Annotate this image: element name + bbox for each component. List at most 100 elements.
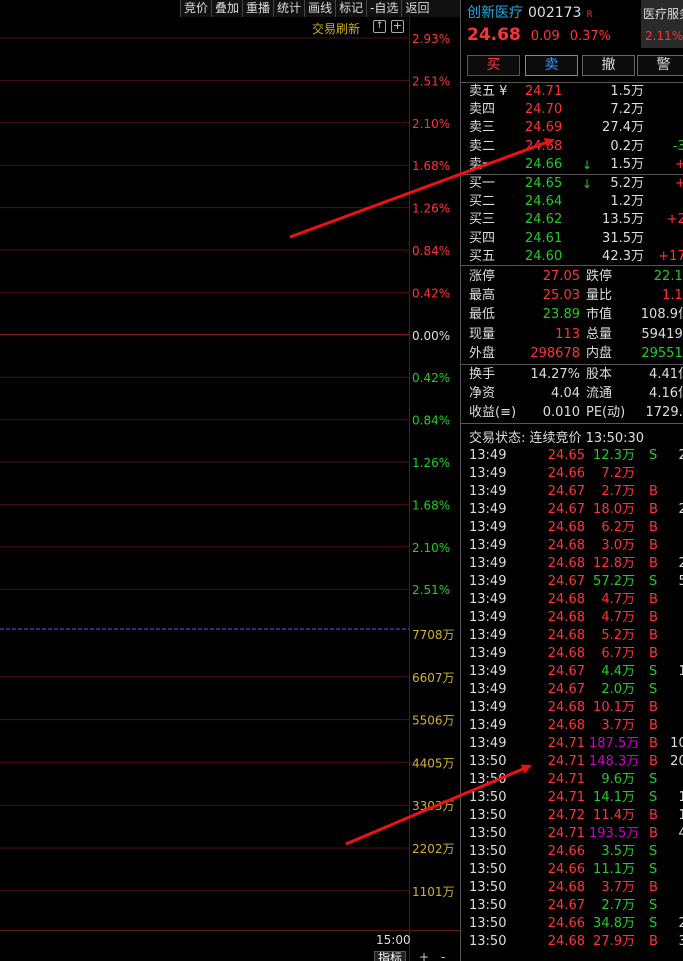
bid-level-4[interactable]: 买四 24.61 31.5万 [469, 230, 683, 248]
bid-level-2[interactable]: 买二 24.64 1.2万 [469, 193, 683, 211]
sector-box[interactable]: 医疗服务 2.11% [641, 0, 683, 48]
tick-price: 24.66 [547, 862, 585, 877]
indicator-tab[interactable]: 指标 [374, 951, 407, 961]
toolbar-draw[interactable]: 画线 [304, 0, 335, 17]
tick-price: 24.67 [547, 664, 585, 679]
tick-row[interactable]: 13:49 24.67 18.0万 B 20 [469, 501, 683, 519]
add-indicator-button[interactable]: + [419, 950, 429, 961]
tick-row[interactable]: 13:50 24.71 148.3万 B 205 [469, 753, 683, 771]
tick-row[interactable]: 13:49 24.67 2.7万 B4 [469, 483, 683, 501]
tick-row[interactable]: 13:49 24.68 6.2万 B7 [469, 519, 683, 537]
tick-count: 3 [665, 681, 683, 699]
last-price: 24.68 [467, 25, 521, 45]
tick-time: 13:50 [469, 880, 507, 895]
toolbar-mark[interactable]: 标记 [335, 0, 366, 17]
tick-row[interactable]: 13:49 24.68 6.7万 B5 [469, 645, 683, 663]
tick-side: S [649, 862, 658, 877]
tick-time: 13:50 [469, 934, 507, 949]
pct-axis-label: 2.51% [412, 583, 450, 597]
tick-row[interactable]: 13:49 24.67 4.4万 S 10 [469, 663, 683, 681]
tick-count: 5 [665, 843, 683, 861]
tick-row[interactable]: 13:50 24.66 3.5万 S5 [469, 843, 683, 861]
tick-row[interactable]: 13:49 24.68 4.7万 B3 [469, 609, 683, 627]
stat-value: 0.010 [542, 405, 580, 421]
tick-row[interactable]: 13:49 24.67 57.2万 S 50 [469, 573, 683, 591]
level-volume: 1.5万 [610, 84, 644, 99]
ask-level-2[interactable]: 卖四 24.70 7.2万 + [469, 101, 683, 119]
tick-row[interactable]: 13:49 24.68 5.2万 B5 [469, 627, 683, 645]
stat-value: 23.89 [542, 307, 580, 323]
tick-row[interactable]: 13:50 24.67 2.7万 S3 [469, 897, 683, 915]
tick-row[interactable]: 13:49 24.68 12.8万 B 26 [469, 555, 683, 573]
stat-label: 最低 [469, 307, 496, 323]
tick-row[interactable]: 13:49 24.67 2.0万 S3 [469, 681, 683, 699]
tick-row[interactable]: 13:50 24.71 14.1万 S 10 [469, 789, 683, 807]
level-label: 卖二 [469, 138, 496, 154]
price-alert-button[interactable]: 警 [637, 55, 683, 76]
tick-row[interactable]: 13:50 24.66 11.1万 S5 [469, 861, 683, 879]
tick-side: B [649, 592, 658, 607]
sell-button[interactable]: 卖 [525, 55, 578, 76]
tick-row[interactable]: 13:50 24.71 193.5万 B 46 [469, 825, 683, 843]
toolbar-replay[interactable]: 重播 [242, 0, 273, 17]
level-volume: 5.2万 [610, 176, 644, 191]
tick-time: 13:50 [469, 790, 507, 805]
refresh-icon[interactable]: ↑ [373, 20, 386, 33]
bid-level-5[interactable]: 买五 24.60 42.3万 +174 [469, 248, 683, 266]
ask-level-1[interactable]: 卖五 ¥ 24.71 1.5万 + [469, 83, 683, 101]
toolbar-remove-watchlist[interactable]: -自选 [366, 0, 401, 17]
tick-row[interactable]: 13:49 24.68 3.0万 B7 [469, 537, 683, 555]
time-axis-end: 15:00 [376, 933, 411, 947]
toolbar-bidding[interactable]: 竞价 [180, 0, 211, 17]
level-volume: 31.5万 [602, 230, 644, 246]
buy-button[interactable]: 买 [467, 55, 520, 76]
tick-row[interactable]: 13:49 24.71 187.5万 B 104 [469, 735, 683, 753]
ask-level-4[interactable]: 卖二 24.68 0.2万 -33 [469, 138, 683, 156]
expand-icon[interactable]: + [391, 20, 404, 33]
tick-side: B [649, 808, 658, 823]
tick-volume: 9.6万 [601, 772, 635, 787]
toolbar-overlay[interactable]: 叠加 [211, 0, 242, 17]
intraday-chart[interactable]: 2.93% 2.51% 2.10% 1.68% 1.26% 0.84% 0.42% 0.00%… [0, 0, 460, 961]
tick-volume: 34.8万 [593, 916, 635, 931]
pct-axis-label: 1.68% [412, 159, 450, 173]
tick-row[interactable]: 13:49 24.66 7.2万 6 [469, 465, 683, 483]
stock-name[interactable]: 创新医疗 [467, 2, 523, 22]
stat-label: 最高 [469, 288, 496, 304]
tick-row[interactable]: 13:50 24.66 34.8万 S 22 [469, 915, 683, 933]
stat-value: 594197 [641, 326, 683, 342]
tick-count: 3 [665, 879, 683, 897]
remove-indicator-button[interactable]: - [441, 950, 445, 961]
tick-count: 5 [665, 627, 683, 645]
bid-level-3[interactable]: 买三 24.62 13.5万 +23 [469, 211, 683, 229]
tick-side: S [649, 574, 658, 589]
tick-row[interactable]: 13:49 24.65 12.3万 S 21 [469, 447, 683, 465]
tick-count: 22 [665, 915, 683, 933]
cancel-order-button[interactable]: 撤 [582, 55, 635, 76]
tick-row[interactable]: 13:49 24.68 10.1万 B5 [469, 699, 683, 717]
tick-time: 13:49 [469, 700, 507, 715]
toolbar-stats[interactable]: 统计 [273, 0, 304, 17]
tick-row[interactable]: 13:50 24.71 9.6万 S7 [469, 771, 683, 789]
ask-level-5[interactable]: 卖一24.66↓1.5万+6 [469, 156, 683, 174]
tick-side: S [649, 682, 658, 697]
tick-side: B [649, 826, 658, 841]
tick-volume: 18.0万 [593, 502, 635, 517]
bid-level-1[interactable]: 买一24.65↓5.2万+4 [469, 175, 683, 193]
tick-side: S [649, 772, 658, 787]
tick-count: 10 [665, 663, 683, 681]
tick-row[interactable]: 13:50 24.68 3.7万 B3 [469, 879, 683, 897]
tick-time: 13:49 [469, 484, 507, 499]
tick-price: 24.68 [547, 700, 585, 715]
price-change-pct: 0.37% [569, 29, 612, 44]
tick-row[interactable]: 13:50 24.68 27.9万 B 39 [469, 933, 683, 951]
tick-row[interactable]: 13:49 24.68 3.7万 B3 [469, 717, 683, 735]
tick-row[interactable]: 13:50 24.72 11.4万 B 15 [469, 807, 683, 825]
margin-badge: R [586, 10, 593, 20]
tick-volume: 14.1万 [593, 790, 635, 805]
toolbar-back[interactable]: 返回 [401, 0, 432, 17]
trade-refresh-label[interactable]: 交易刷新 [312, 20, 360, 37]
tick-row[interactable]: 13:49 24.68 4.7万 B3 [469, 591, 683, 609]
tick-count: 5 [665, 645, 683, 663]
ask-level-3[interactable]: 卖三 24.69 27.4万 [469, 119, 683, 137]
